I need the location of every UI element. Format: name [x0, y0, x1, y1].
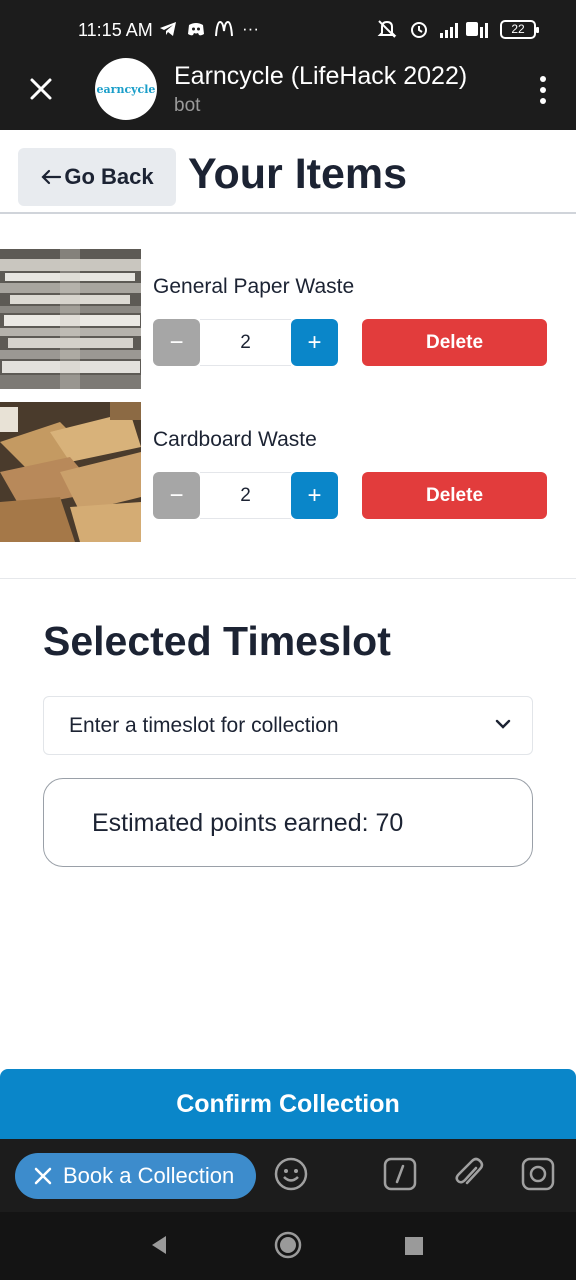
increase-quantity-button[interactable]: +	[291, 319, 338, 366]
app-bar: earncycle Earncycle (LifeHack 2022) bot	[0, 58, 576, 130]
cardboard-waste-image	[0, 402, 141, 542]
confirm-collection-button[interactable]: Confirm Collection	[0, 1069, 576, 1139]
increase-quantity-button[interactable]: +	[291, 472, 338, 519]
home-nav-icon[interactable]	[274, 1231, 302, 1259]
back-nav-icon[interactable]	[148, 1234, 170, 1256]
section-divider	[0, 578, 576, 579]
book-collection-button[interactable]: Book a Collection	[15, 1153, 256, 1199]
timeslot-select[interactable]: Enter a timeslot for collection	[43, 696, 533, 755]
decrease-quantity-button[interactable]: −	[153, 472, 200, 519]
delete-button[interactable]: Delete	[362, 472, 547, 519]
message-bar: Book a Collection	[0, 1139, 576, 1212]
more-status-icons: ···	[242, 19, 259, 38]
discord-icon	[188, 23, 204, 36]
page-header: Go Back Your Items	[0, 130, 576, 214]
timeslot-select-value: Enter a timeslot for collection	[69, 714, 339, 737]
emoji-icon[interactable]	[273, 1156, 309, 1192]
chevron-down-icon	[495, 719, 511, 729]
chat-subtitle: bot	[174, 95, 201, 116]
close-icon	[34, 1167, 52, 1185]
bot-avatar[interactable]: earncycle	[95, 58, 157, 120]
more-vert-icon[interactable]	[538, 76, 548, 104]
chat-title: Earncycle (LifeHack 2022)	[174, 62, 468, 90]
mute-icon	[377, 20, 397, 38]
recents-nav-icon[interactable]	[404, 1236, 424, 1256]
list-item: Cardboard Waste − + Delete	[0, 402, 576, 542]
arrow-left-icon	[41, 169, 62, 185]
delete-button[interactable]: Delete	[362, 319, 547, 366]
decrease-quantity-button[interactable]: −	[153, 319, 200, 366]
go-back-button[interactable]: Go Back	[18, 148, 176, 206]
quantity-input[interactable]	[200, 319, 291, 366]
item-name: Cardboard Waste	[153, 428, 317, 451]
points-estimate-box: Estimated points earned: 70	[43, 778, 533, 867]
book-collection-label: Book a Collection	[63, 1163, 235, 1188]
system-nav-bar	[0, 1212, 576, 1280]
close-icon[interactable]	[26, 72, 56, 106]
page-title: Your Items	[188, 150, 408, 198]
avatar-logo-text: earncycle	[96, 82, 156, 96]
paper-waste-image	[0, 249, 141, 389]
camera-icon[interactable]	[520, 1156, 556, 1192]
item-name: General Paper Waste	[153, 275, 355, 298]
command-icon[interactable]	[382, 1156, 418, 1192]
telegram-icon	[160, 22, 176, 36]
go-back-label: Go Back	[64, 164, 154, 189]
mcdonalds-icon	[215, 20, 233, 37]
status-bar: 11:15 AM ··· 22	[0, 0, 576, 60]
status-time: 11:15 AM	[78, 20, 153, 40]
battery-icon: 22	[500, 19, 539, 39]
quantity-input[interactable]	[200, 472, 291, 519]
points-estimate-text: Estimated points earned: 70	[92, 809, 404, 837]
attach-icon[interactable]	[452, 1156, 488, 1192]
alarm-icon	[411, 22, 427, 38]
signal-icon	[440, 22, 488, 38]
list-item: General Paper Waste − + Delete	[0, 249, 576, 389]
timeslot-title: Selected Timeslot	[43, 618, 391, 664]
